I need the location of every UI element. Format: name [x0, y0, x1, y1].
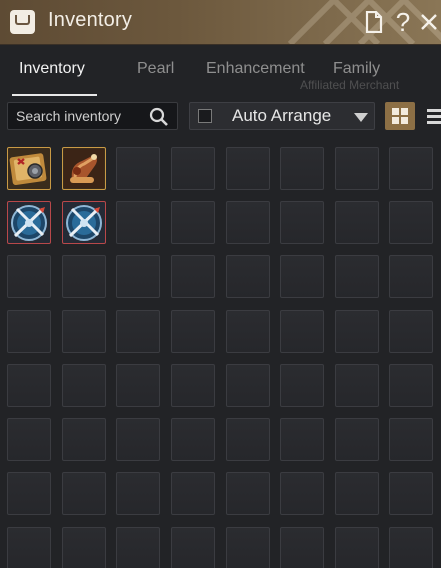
inventory-slot-empty[interactable] [335, 418, 379, 461]
inventory-slot-item[interactable] [7, 201, 51, 244]
search-box[interactable] [7, 102, 178, 130]
list-view-icon[interactable] [421, 102, 441, 130]
blue-orb-crossed-blades-item-icon [66, 205, 102, 241]
inventory-slot-empty[interactable] [335, 255, 379, 298]
inventory-slot-empty[interactable] [280, 527, 324, 568]
auto-arrange-checkbox[interactable] [198, 109, 212, 123]
inventory-slot-empty[interactable] [7, 364, 51, 407]
inventory-slot-empty[interactable] [171, 527, 215, 568]
inventory-slot-empty[interactable] [389, 472, 433, 515]
title-bar[interactable]: Inventory ? [0, 0, 441, 45]
inventory-slot-empty[interactable] [335, 310, 379, 353]
inventory-slot-empty[interactable] [226, 255, 270, 298]
search-input[interactable] [16, 107, 146, 125]
inventory-slot-empty[interactable] [389, 364, 433, 407]
inventory-slot-item[interactable] [7, 147, 51, 190]
tab-enhancement[interactable]: Enhancement [206, 60, 305, 78]
inventory-slot-empty[interactable] [116, 472, 160, 515]
inventory-slot-empty[interactable] [389, 418, 433, 461]
inventory-slot-empty[interactable] [335, 364, 379, 407]
inventory-slot-empty[interactable] [280, 201, 324, 244]
inventory-slot-empty[interactable] [226, 201, 270, 244]
auto-arrange-label: Auto Arrange [232, 106, 332, 125]
background-text: Affiliated Merchant [300, 78, 400, 92]
inventory-slot-empty[interactable] [171, 364, 215, 407]
inventory-slot-empty[interactable] [280, 418, 324, 461]
inventory-slot-empty[interactable] [280, 147, 324, 190]
inventory-slot-empty[interactable] [116, 364, 160, 407]
active-tab-indicator [12, 94, 97, 96]
inventory-app-icon [10, 10, 35, 34]
tab-family[interactable]: Family [333, 60, 380, 78]
inventory-slot-empty[interactable] [335, 472, 379, 515]
help-button[interactable]: ? [391, 7, 415, 37]
inventory-slot-item[interactable] [62, 147, 106, 190]
inventory-slot-empty[interactable] [62, 364, 106, 407]
inventory-slot-empty[interactable] [226, 310, 270, 353]
inventory-slot-empty[interactable] [226, 364, 270, 407]
inventory-slot-empty[interactable] [62, 472, 106, 515]
inventory-slot-empty[interactable] [171, 418, 215, 461]
inventory-slot-empty[interactable] [7, 418, 51, 461]
search-icon[interactable] [149, 107, 169, 127]
inventory-slot-empty[interactable] [171, 255, 215, 298]
inventory-slot-item[interactable] [62, 201, 106, 244]
inventory-slot-empty[interactable] [7, 310, 51, 353]
treasure-map-item-icon [9, 153, 47, 185]
inventory-slot-empty[interactable] [116, 527, 160, 568]
inventory-slot-empty[interactable] [389, 527, 433, 568]
inventory-slot-empty[interactable] [7, 527, 51, 568]
inventory-slot-empty[interactable] [389, 147, 433, 190]
inventory-slot-empty[interactable] [335, 201, 379, 244]
inventory-slot-empty[interactable] [171, 472, 215, 515]
inventory-slot-empty[interactable] [7, 255, 51, 298]
blue-orb-crossed-blades-item-icon [11, 205, 47, 241]
inventory-slot-empty[interactable] [171, 201, 215, 244]
inventory-slot-empty[interactable] [116, 255, 160, 298]
inventory-slot-empty[interactable] [171, 310, 215, 353]
window-title: Inventory [48, 9, 133, 31]
inventory-slot-empty[interactable] [62, 418, 106, 461]
tab-pearl[interactable]: Pearl [137, 60, 174, 78]
inventory-slot-empty[interactable] [280, 255, 324, 298]
inventory-slot-empty[interactable] [389, 201, 433, 244]
grid-view-icon[interactable] [385, 102, 415, 130]
inventory-slot-empty[interactable] [116, 147, 160, 190]
inventory-slot-empty[interactable] [116, 310, 160, 353]
inventory-slot-empty[interactable] [226, 147, 270, 190]
inventory-slot-empty[interactable] [335, 527, 379, 568]
close-icon[interactable] [417, 8, 441, 36]
inventory-slot-empty[interactable] [226, 472, 270, 515]
inventory-slot-empty[interactable] [62, 255, 106, 298]
document-icon[interactable] [362, 8, 386, 36]
inventory-slot-empty[interactable] [389, 310, 433, 353]
inventory-slot-empty[interactable] [335, 147, 379, 190]
inventory-slot-empty[interactable] [116, 201, 160, 244]
rolled-scroll-item-icon [64, 149, 104, 188]
inventory-slot-empty[interactable] [280, 472, 324, 515]
inventory-slot-empty[interactable] [280, 364, 324, 407]
inventory-slot-empty[interactable] [116, 418, 160, 461]
inventory-slot-empty[interactable] [226, 418, 270, 461]
inventory-slot-empty[interactable] [226, 527, 270, 568]
inventory-window: Inventory ? Inventory Pearl Enhancement … [0, 0, 441, 568]
inventory-slot-empty[interactable] [280, 310, 324, 353]
inventory-slot-empty[interactable] [62, 527, 106, 568]
tab-inventory[interactable]: Inventory [19, 60, 85, 78]
chevron-down-icon[interactable] [354, 113, 368, 122]
inventory-slot-empty[interactable] [7, 472, 51, 515]
auto-arrange-dropdown[interactable]: Auto Arrange [189, 102, 375, 130]
inventory-slot-empty[interactable] [62, 310, 106, 353]
inventory-slot-empty[interactable] [171, 147, 215, 190]
inventory-slot-empty[interactable] [389, 255, 433, 298]
